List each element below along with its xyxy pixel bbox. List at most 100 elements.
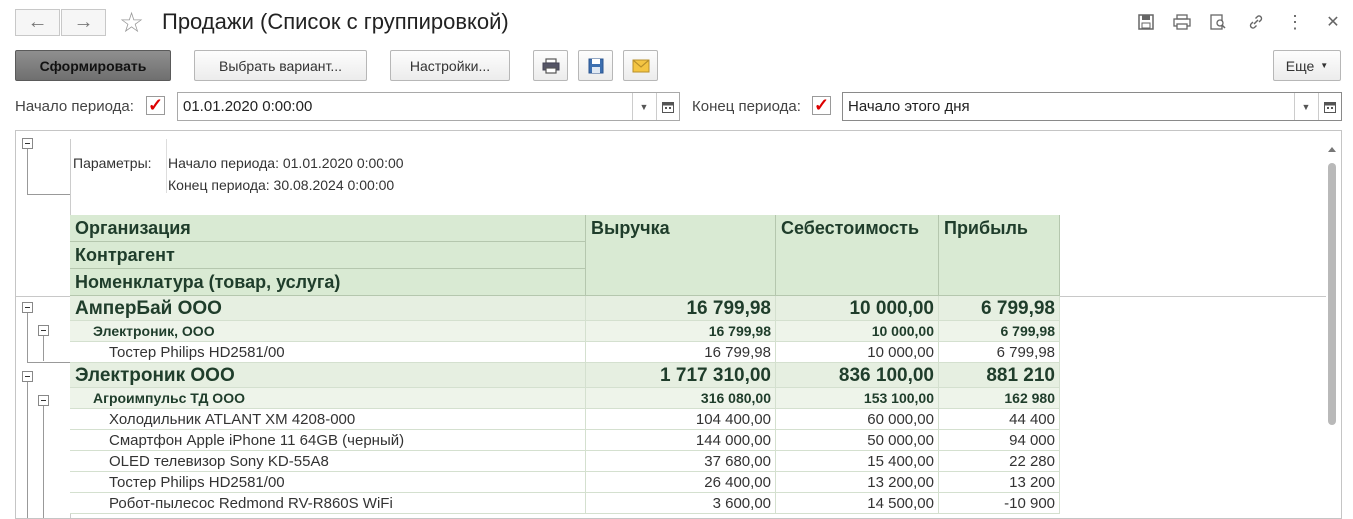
envelope-icon [632, 59, 649, 72]
header-cost: Себестоимость [776, 215, 939, 296]
period-end-value: Начало этого дня [848, 98, 970, 115]
chevron-down-icon: ▼ [1320, 61, 1329, 70]
table-row[interactable]: Тостер Philips HD2581/00 26 400,00 13 200,… [70, 472, 1060, 493]
params-divider [166, 139, 167, 193]
save-button[interactable] [578, 50, 613, 81]
row-name: OLED телевизор Sony KD-55A8 [70, 451, 586, 471]
close-icon[interactable]: ✕ [1322, 11, 1344, 33]
profit-cell: 6 799,98 [939, 342, 1060, 362]
revenue-cell: 16 799,98 [586, 321, 776, 341]
params-line2: Конец периода: 30.08.2024 0:00:00 [168, 177, 395, 193]
arrow-left-icon: ← [27, 11, 48, 33]
revenue-cell: 144 000,00 [586, 430, 776, 450]
tree-line [43, 406, 44, 518]
cost-cell: 10 000,00 [776, 296, 939, 320]
print-button[interactable] [533, 50, 568, 81]
table-row[interactable]: Тостер Philips HD2581/00 16 799,98 10 000,… [70, 342, 1060, 363]
email-button[interactable] [623, 50, 658, 81]
row-name: Электроник ООО [70, 363, 586, 387]
collapse-group-icon[interactable] [22, 302, 33, 313]
save-icon[interactable] [1135, 11, 1157, 33]
revenue-cell: 16 799,98 [586, 342, 776, 362]
tree-line [27, 149, 28, 194]
row-name: Тостер Philips HD2581/00 [70, 342, 586, 362]
calendar-icon [1324, 101, 1336, 113]
cost-cell: 15 400,00 [776, 451, 939, 471]
table-row[interactable]: OLED телевизор Sony KD-55A8 37 680,00 15 4… [70, 451, 1060, 472]
header-contractor: Контрагент [70, 242, 586, 269]
period-end-checkbox[interactable]: ✓ [812, 96, 831, 115]
tree-line [43, 336, 44, 361]
header-profit: Прибыль [939, 215, 1060, 296]
calendar-button[interactable] [656, 93, 679, 120]
group-row[interactable]: Электроник ООО 1 717 310,00 836 100,00 881 … [70, 363, 1060, 388]
scrollbar-thumb[interactable] [1328, 163, 1336, 425]
collapse-subgroup-icon[interactable] [38, 325, 49, 336]
table-row[interactable]: Холодильник ATLANT ХМ 4208-000 104 400,00… [70, 409, 1060, 430]
tree-line [27, 313, 28, 362]
profit-cell: 22 280 [939, 451, 1060, 471]
collapse-subgroup-icon[interactable] [38, 395, 49, 406]
print-icon [542, 57, 559, 74]
print-icon[interactable] [1171, 11, 1193, 33]
period-start-value: 01.01.2020 0:00:00 [183, 98, 313, 115]
subgroup-row[interactable]: Электроник, ООО 16 799,98 10 000,00 6 799,9… [70, 321, 1060, 342]
chevron-down-icon: ▼ [639, 101, 649, 112]
period-start-checkbox[interactable]: ✓ [146, 96, 165, 115]
cost-cell: 836 100,00 [776, 363, 939, 387]
table-row[interactable]: Смартфон Apple iPhone 11 64GB (черный) 14… [70, 430, 1060, 451]
subgroup-row[interactable]: Агроимпульс ТД ООО 316 080,00 153 100,00 16… [70, 388, 1060, 409]
table-row[interactable]: Робот-пылесос Redmond RV-R860S WiFi 3 600… [70, 493, 1060, 514]
calendar-button[interactable] [1318, 93, 1341, 120]
more-button[interactable]: Еще ▼ [1273, 50, 1341, 81]
profit-cell: 44 400 [939, 409, 1060, 429]
row-name: Холодильник ATLANT ХМ 4208-000 [70, 409, 586, 429]
settings-button[interactable]: Настройки... [390, 50, 510, 81]
generate-button[interactable]: Сформировать [15, 50, 171, 81]
dropdown-button[interactable]: ▼ [1294, 93, 1317, 120]
report-area[interactable]: Параметры: Начало периода: 01.01.2020 0:… [15, 130, 1342, 519]
profit-cell: 13 200 [939, 472, 1060, 492]
tree-line [27, 194, 71, 195]
params-label: Параметры: [73, 155, 152, 171]
more-label: Еще [1285, 57, 1315, 74]
preview-icon[interactable] [1207, 11, 1229, 33]
header-revenue: Выручка [586, 215, 776, 296]
back-button[interactable]: ← [15, 9, 60, 36]
cost-cell: 10 000,00 [776, 342, 939, 362]
params-line1: Начало периода: 01.01.2020 0:00:00 [168, 155, 404, 171]
cost-cell: 13 200,00 [776, 472, 939, 492]
cost-cell: 153 100,00 [776, 388, 939, 408]
revenue-cell: 316 080,00 [586, 388, 776, 408]
period-end-field[interactable]: Начало этого дня ▼ [842, 92, 1342, 121]
cost-cell: 10 000,00 [776, 321, 939, 341]
arrow-right-icon: → [73, 11, 94, 33]
header-item: Номенклатура (товар, услуга) [70, 269, 586, 296]
period-end-label: Конец периода: [692, 98, 801, 115]
row-name: Тостер Philips HD2581/00 [70, 472, 586, 492]
more-vert-icon[interactable]: ⋮ [1284, 11, 1306, 33]
calendar-icon [662, 101, 674, 113]
period-start-field[interactable]: 01.01.2020 0:00:00 ▼ [177, 92, 680, 121]
profit-cell: 881 210 [939, 363, 1060, 387]
revenue-cell: 16 799,98 [586, 296, 776, 320]
cost-cell: 50 000,00 [776, 430, 939, 450]
collapse-group-icon[interactable] [22, 371, 33, 382]
period-start-label: Начало периода: [15, 98, 134, 115]
page-title: Продажи (Список с группировкой) [162, 9, 509, 34]
forward-button[interactable]: → [61, 9, 106, 36]
scroll-up-icon[interactable] [1328, 147, 1336, 152]
dropdown-button[interactable]: ▼ [632, 93, 655, 120]
link-icon[interactable] [1245, 11, 1267, 33]
group-row[interactable]: АмперБай ООО 16 799,98 10 000,00 6 799,98 [70, 296, 1060, 321]
vertical-scrollbar[interactable] [1327, 145, 1337, 518]
star-icon[interactable]: ☆ [119, 6, 144, 39]
collapse-params-icon[interactable] [22, 138, 33, 149]
profit-cell: 6 799,98 [939, 321, 1060, 341]
profit-cell: 162 980 [939, 388, 1060, 408]
revenue-cell: 104 400,00 [586, 409, 776, 429]
tree-line [27, 362, 70, 363]
choose-variant-button[interactable]: Выбрать вариант... [194, 50, 367, 81]
save-icon [588, 58, 603, 73]
tree-line [27, 382, 28, 518]
